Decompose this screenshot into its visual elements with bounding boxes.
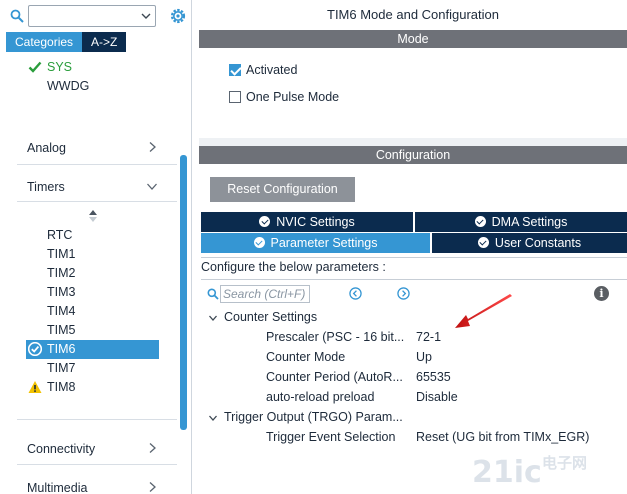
- tab-dma-settings[interactable]: DMA Settings: [415, 212, 627, 232]
- tree-item-tim8[interactable]: TIM8: [47, 380, 75, 394]
- reset-configuration-button[interactable]: Reset Configuration: [210, 177, 355, 202]
- param-name: Prescaler (PSC - 16 bit...: [266, 330, 405, 344]
- tree-item-tim5[interactable]: TIM5: [47, 323, 75, 337]
- tree-item-tim6[interactable]: TIM6: [47, 342, 75, 356]
- activated-row[interactable]: Activated: [229, 62, 297, 78]
- group-counter-settings[interactable]: Counter Settings: [224, 310, 317, 324]
- tab-nvic-settings[interactable]: NVIC Settings: [201, 212, 413, 232]
- divider: [201, 279, 627, 280]
- separator: [17, 201, 177, 202]
- check-circle-icon: [253, 237, 265, 248]
- tree-item-rtc[interactable]: RTC: [47, 228, 72, 242]
- panel-gap: [199, 138, 627, 146]
- param-value[interactable]: 65535: [416, 370, 451, 384]
- sort-icon[interactable]: [88, 209, 98, 223]
- gear-icon[interactable]: [168, 6, 188, 26]
- check-circle-icon: [474, 216, 486, 227]
- tab-categories[interactable]: Categories: [6, 32, 83, 52]
- category-connectivity[interactable]: Connectivity: [27, 442, 95, 456]
- tree-item-tim7[interactable]: TIM7: [47, 361, 75, 375]
- check-circle-icon: [28, 342, 42, 356]
- tree-item-tim4[interactable]: TIM4: [47, 304, 75, 318]
- tree-item-wwdg[interactable]: WWDG: [47, 79, 89, 93]
- left-panel: Categories A->Z SYS WWDG Analog Timers R…: [0, 0, 192, 494]
- red-arrow-annotation: [455, 294, 512, 328]
- chevron-right-icon[interactable]: [146, 141, 158, 153]
- configure-label: Configure the below parameters :: [201, 260, 386, 274]
- config-tabs: NVIC Settings DMA Settings Parameter Set…: [201, 212, 627, 253]
- configuration-header: Configuration: [199, 146, 627, 164]
- tab-a-to-z[interactable]: A->Z: [82, 32, 127, 52]
- category-analog[interactable]: Analog: [27, 141, 66, 155]
- mode-header: Mode: [199, 30, 627, 48]
- tab-user-constants[interactable]: User Constants: [432, 233, 627, 253]
- previous-match-icon[interactable]: [349, 287, 362, 300]
- param-value[interactable]: Reset (UG bit from TIMx_EGR): [416, 430, 589, 444]
- category-tree: SYS WWDG Analog Timers RTC TIM1 TIM2 TIM…: [0, 54, 178, 494]
- param-name: Trigger Event Selection: [266, 430, 396, 444]
- param-value[interactable]: Disable: [416, 390, 458, 404]
- tree-item-tim3[interactable]: TIM3: [47, 285, 75, 299]
- tree-item-tim2[interactable]: TIM2: [47, 266, 75, 280]
- page-title: TIM6 Mode and Configuration: [327, 7, 499, 22]
- activated-label: Activated: [246, 63, 298, 77]
- tree-item-tim6-selected[interactable]: [26, 340, 159, 359]
- separator: [17, 164, 177, 165]
- param-name: Counter Mode: [266, 350, 346, 364]
- one-pulse-row[interactable]: One Pulse Mode: [229, 89, 339, 105]
- parameter-search-input[interactable]: Search (Ctrl+F): [220, 285, 310, 303]
- watermark-logo: 21ic 电子网: [472, 454, 587, 490]
- warning-icon: [28, 381, 42, 393]
- separator: [17, 464, 177, 465]
- one-pulse-label: One Pulse Mode: [246, 90, 340, 104]
- chevron-right-icon[interactable]: [146, 481, 158, 493]
- next-match-icon[interactable]: [397, 287, 410, 300]
- param-value[interactable]: 72-1: [416, 330, 441, 344]
- category-search-bar: [6, 4, 192, 28]
- group-trigger-output[interactable]: Trigger Output (TRGO) Param...: [224, 410, 403, 424]
- activated-checkbox[interactable]: [229, 64, 241, 76]
- tree-item-sys[interactable]: SYS: [47, 60, 72, 74]
- search-icon: [10, 9, 24, 23]
- tree-scrollbar[interactable]: [180, 155, 187, 430]
- search-icon: [207, 288, 219, 300]
- param-name: Counter Period (AutoR...: [266, 370, 403, 384]
- chevron-down-icon[interactable]: [140, 10, 152, 22]
- chevron-right-icon[interactable]: [146, 442, 158, 454]
- one-pulse-checkbox[interactable]: [229, 91, 241, 103]
- separator: [17, 419, 177, 420]
- chevron-down-icon[interactable]: [208, 313, 218, 323]
- category-search-input[interactable]: [28, 5, 156, 27]
- category-multimedia[interactable]: Multimedia: [27, 481, 87, 494]
- category-tabs: Categories A->Z: [6, 32, 127, 52]
- tree-item-tim1[interactable]: TIM1: [47, 247, 75, 261]
- svg-text:21ic: 21ic: [472, 455, 542, 490]
- check-circle-icon: [259, 216, 271, 227]
- tab-parameter-settings[interactable]: Parameter Settings: [201, 233, 430, 253]
- svg-text:电子网: 电子网: [542, 454, 587, 472]
- right-panel: TIM6 Mode and Configuration Mode Activat…: [199, 0, 627, 494]
- chevron-down-icon[interactable]: [146, 180, 158, 192]
- chevron-down-icon[interactable]: [208, 413, 218, 423]
- param-name: auto-reload preload: [266, 390, 375, 404]
- check-circle-icon: [477, 237, 489, 248]
- category-timers[interactable]: Timers: [27, 180, 65, 194]
- info-icon[interactable]: i: [594, 286, 609, 301]
- param-value[interactable]: Up: [416, 350, 432, 364]
- check-icon: [28, 61, 42, 73]
